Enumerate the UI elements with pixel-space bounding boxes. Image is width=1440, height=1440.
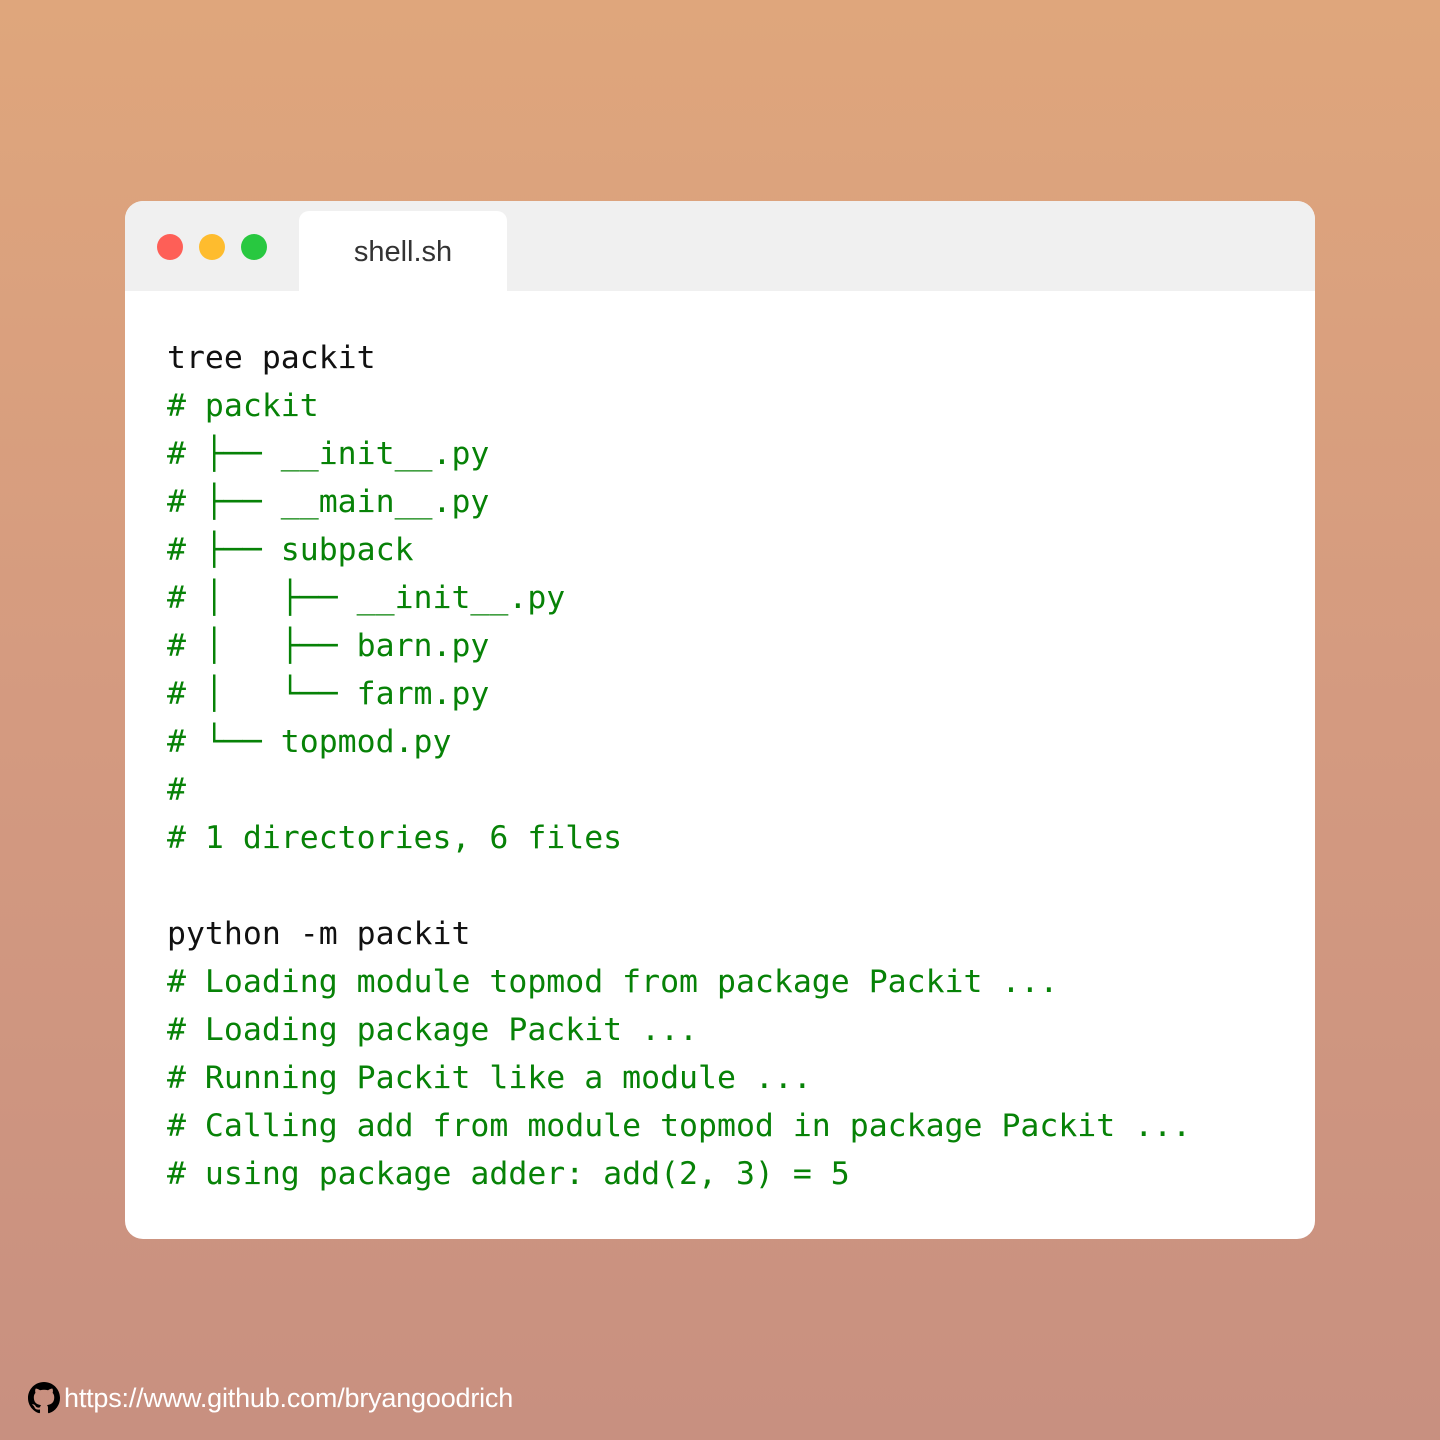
- code-comment-line: # Running Packit like a module ...: [167, 1060, 812, 1096]
- footer-attribution: https://www.github.com/bryangoodrich: [28, 1382, 513, 1414]
- code-comment-line: # Loading module topmod from package Pac…: [167, 964, 1059, 1000]
- code-comment-line: # │ ├── __init__.py: [167, 580, 566, 616]
- code-comment-line: # 1 directories, 6 files: [167, 820, 623, 856]
- maximize-window-button[interactable]: [241, 234, 267, 260]
- tab-shell-sh[interactable]: shell.sh: [299, 211, 507, 291]
- code-comment-line: # packit: [167, 388, 319, 424]
- close-window-button[interactable]: [157, 234, 183, 260]
- code-comment-line: # using package adder: add(2, 3) = 5: [167, 1156, 850, 1192]
- code-comment-line: # │ ├── barn.py: [167, 628, 490, 664]
- code-block: tree packit # packit # ├── __init__.py # ├─…: [167, 334, 1191, 1198]
- code-command-line: python -m packit: [167, 916, 471, 952]
- minimize-window-button[interactable]: [199, 234, 225, 260]
- code-comment-line: # ├── __init__.py: [167, 436, 490, 472]
- code-command-line: tree packit: [167, 340, 376, 376]
- code-comment-line: # │ └── farm.py: [167, 676, 490, 712]
- window-titlebar: shell.sh: [125, 201, 1315, 291]
- code-comment-line: # ├── __main__.py: [167, 484, 490, 520]
- code-comment-line: # Loading package Packit ...: [167, 1012, 699, 1048]
- tab-title: shell.sh: [353, 235, 453, 268]
- github-url-link[interactable]: https://www.github.com/bryangoodrich: [64, 1383, 513, 1414]
- github-icon: [28, 1382, 60, 1414]
- code-comment-line: # Calling add from module topmod in pack…: [167, 1108, 1192, 1144]
- code-window: shell.sh tree packit # packit # ├── __init…: [125, 201, 1315, 1239]
- code-comment-line: #: [167, 772, 186, 808]
- code-comment-line: # ├── subpack: [167, 532, 414, 568]
- code-comment-line: # └── topmod.py: [167, 724, 452, 760]
